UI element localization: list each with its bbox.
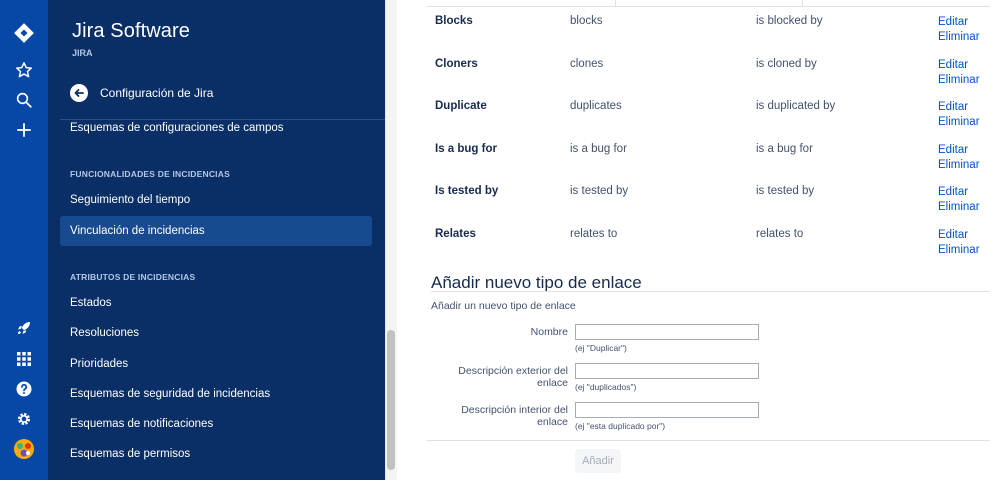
sidebar-item-priorities[interactable]: Prioridades [60,349,372,379]
edit-link[interactable]: Editar [938,143,980,158]
product-subtitle: JIRA [72,48,93,58]
sidebar-heading-issue-features: FUNCIONALIDADES DE INCIDENCIAS [70,169,230,179]
back-to-settings-link[interactable]: Configuración de Jira [70,82,213,104]
sidebar-item-issue-security-schemes[interactable]: Esquemas de seguridad de incidencias [60,379,372,409]
sidebar-item-issue-linking[interactable]: Vinculación de incidencias [60,216,372,246]
delete-link[interactable]: Eliminar [938,115,980,130]
row-operations: Editar Eliminar [938,228,980,258]
link-name: Blocks [435,15,473,27]
name-field-label: Nombre [530,326,568,338]
arrow-left-icon [70,84,88,102]
link-name: Duplicate [435,100,487,112]
table-row: Is tested by is tested by is tested by E… [427,175,990,217]
inward-description-hint: (ej "esta duplicado por") [575,421,666,431]
edit-link[interactable]: Editar [938,228,980,243]
row-operations: Editar Eliminar [938,143,980,173]
add-button[interactable]: Añadir [575,449,621,473]
delete-link[interactable]: Eliminar [938,30,980,45]
table-row: Cloners clones is cloned by Editar Elimi… [427,48,990,90]
add-link-type-heading: Añadir nuevo tipo de enlace [431,273,642,292]
outward-description: is a bug for [570,143,627,155]
delete-link[interactable]: Eliminar [938,73,980,88]
section-divider [431,291,990,292]
user-avatar-icon[interactable] [12,437,36,461]
plus-icon[interactable] [12,118,36,142]
sidebar-item-statuses[interactable]: Estados [60,288,372,318]
rocket-icon[interactable] [12,316,36,340]
edit-link[interactable]: Editar [938,15,980,30]
sidebar-item-field-configuration-schemes[interactable]: Esquemas de configuraciones de campos [60,113,372,143]
outward-description-input[interactable] [575,363,759,379]
name-field-hint: (ej "Duplicar") [575,343,627,353]
inward-description: is cloned by [756,58,817,70]
inward-description: relates to [756,228,804,240]
inward-description: is a bug for [756,143,813,155]
link-name: Cloners [435,58,478,70]
outward-description: relates to [570,228,618,240]
row-operations: Editar Eliminar [938,100,980,130]
sidebar-item-notification-schemes[interactable]: Esquemas de notificaciones [60,409,372,439]
outward-description: duplicates [570,100,622,112]
sidebar-heading-issue-attributes: ATRIBUTOS DE INCIDENCIAS [70,272,196,282]
edit-link[interactable]: Editar [938,58,980,73]
inward-description: is duplicated by [756,100,836,112]
edit-link[interactable]: Editar [938,185,980,200]
sidebar-scrollbar-thumb[interactable] [387,330,395,470]
inward-description-label: Descripción interior del enlace [461,404,568,428]
delete-link[interactable]: Eliminar [938,243,980,258]
table-row: Relates relates to relates to Editar Eli… [427,218,990,260]
outward-description: blocks [570,15,603,27]
outward-description: clones [570,58,604,70]
table-row: Duplicate duplicates is duplicated by Ed… [427,90,990,132]
search-icon[interactable] [12,88,36,112]
star-icon[interactable] [12,58,36,82]
link-name: Is tested by [435,185,499,197]
outward-description-hint: (ej "duplicados") [575,382,637,392]
delete-link[interactable]: Eliminar [938,158,980,173]
product-title: Jira Software [72,20,191,42]
sidebar-item-time-tracking[interactable]: Seguimiento del tiempo [60,185,372,215]
inward-description: is tested by [756,185,815,197]
link-name: Is a bug for [435,143,497,155]
app-grid-icon[interactable] [12,347,36,371]
edit-link[interactable]: Editar [938,100,980,115]
back-link-label: Configuración de Jira [100,86,214,100]
inward-description-input[interactable] [575,402,759,418]
row-operations: Editar Eliminar [938,185,980,215]
row-operations: Editar Eliminar [938,15,980,45]
delete-link[interactable]: Eliminar [938,200,980,215]
outward-description-label: Descripción exterior del enlace [458,365,568,389]
sidebar-item-resolutions[interactable]: Resoluciones [60,318,372,348]
sidebar-item-permission-schemes[interactable]: Esquemas de permisos [60,439,372,469]
table-row: Is a bug for is a bug for is a bug for E… [427,133,990,175]
outward-description: is tested by [570,185,629,197]
global-navigation [0,0,48,480]
inward-description: is blocked by [756,15,823,27]
table-row: Blocks blocks is blocked by Editar Elimi… [427,5,990,47]
form-divider [427,440,990,441]
add-link-type-description: Añadir un nuevo tipo de enlace [431,300,576,312]
settings-icon[interactable] [12,407,36,431]
jira-logo-icon[interactable] [12,21,36,45]
help-icon[interactable] [12,377,36,401]
link-name: Relates [435,228,476,240]
row-operations: Editar Eliminar [938,58,980,88]
name-input[interactable] [575,324,759,340]
